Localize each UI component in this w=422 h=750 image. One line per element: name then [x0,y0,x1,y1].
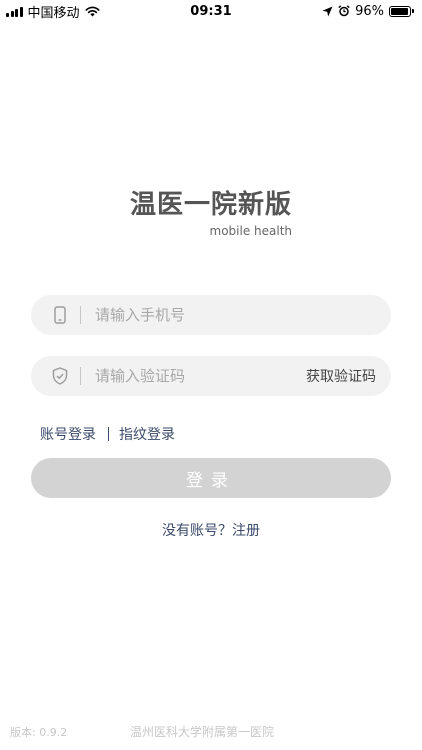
field-divider [80,306,81,324]
phone-input[interactable] [95,306,391,324]
app-title: 温医一院新版 [130,190,293,220]
account-login-link[interactable]: 账号登录 [40,424,96,444]
register-link[interactable]: 没有账号？注册 [0,520,422,540]
verification-code-field[interactable]: 获取验证码 [31,356,391,396]
field-divider [80,367,81,385]
status-bar-right: 96% [322,4,414,19]
phone-field[interactable] [31,295,391,335]
battery-icon [389,5,414,17]
login-screen: 中国移动 09:31 96% 温医一院新版 mobile health 请输入手… [0,0,422,750]
shield-check-icon [51,366,69,386]
location-arrow-icon [322,6,333,16]
organization-label: 温州医科大学附属第一医院 [130,725,275,739]
verification-code-input[interactable] [95,367,306,385]
status-bar-left: 中国移动 [6,2,100,21]
status-time: 09:31 [190,3,232,19]
login-button[interactable]: 登录 [31,458,391,498]
phone-icon [51,305,69,325]
status-bar: 中国移动 09:31 96% [0,0,422,22]
app-subtitle: mobile health [209,224,293,238]
version-label: 版本: 0.9.2 [10,726,68,739]
alarm-icon [338,5,350,17]
signal-icon [6,6,23,17]
login-options-divider [108,427,109,441]
carrier-label: 中国移动 [27,5,80,21]
wifi-icon [85,6,100,16]
login-options: 账号登录 指纹登录 [40,424,175,444]
battery-percent: 96% [355,3,384,19]
fingerprint-login-link[interactable]: 指纹登录 [119,424,175,444]
get-code-button[interactable]: 获取验证码 [306,366,391,386]
app-branding: 温医一院新版 mobile health [130,184,292,238]
